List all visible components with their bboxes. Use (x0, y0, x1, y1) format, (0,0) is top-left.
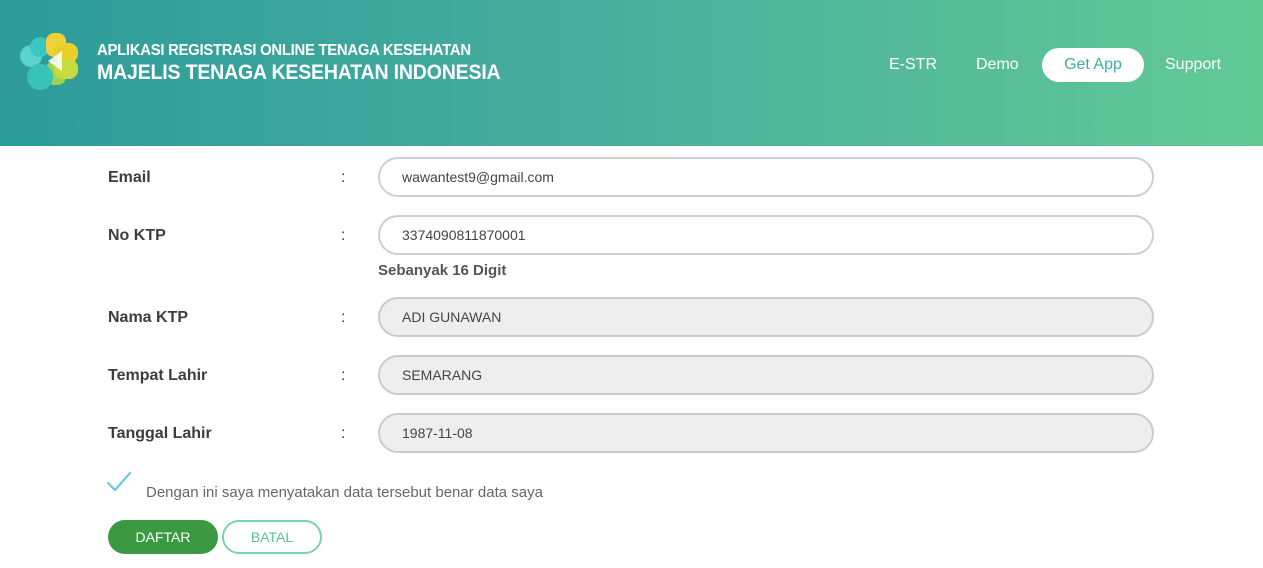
field-separator: : (341, 367, 346, 384)
form-row-tempat-lahir: Tempat Lahir : (0, 355, 1263, 397)
nav-button-get-app[interactable]: Get App (1042, 48, 1144, 82)
no-ktp-input[interactable] (378, 215, 1154, 255)
brand-title-line1: APLIKASI REGISTRASI ONLINE TENAGA KESEHA… (97, 42, 471, 59)
batal-button[interactable]: BATAL (222, 520, 322, 554)
no-ktp-hint: Sebanyak 16 Digit (378, 262, 507, 279)
email-input[interactable] (378, 157, 1154, 197)
form-row-nama-ktp: Nama KTP : (0, 297, 1263, 339)
mtki-logo-icon[interactable] (18, 29, 82, 95)
email-label: Email (108, 169, 151, 186)
agreement-checkbox-checkmark-icon[interactable] (107, 470, 131, 494)
form-row-tanggal-lahir: Tanggal Lahir : (0, 413, 1263, 455)
tempat-lahir-input[interactable] (378, 355, 1154, 395)
nav-link-estr[interactable]: E-STR (889, 48, 937, 82)
form-row-email: Email : (0, 157, 1263, 199)
nav-link-support[interactable]: Support (1165, 48, 1221, 82)
tempat-lahir-label: Tempat Lahir (108, 367, 208, 384)
tanggal-lahir-input[interactable] (378, 413, 1154, 453)
app-brand[interactable]: APLIKASI REGISTRASI ONLINE TENAGA KESEHA… (97, 42, 531, 84)
nama-ktp-label: Nama KTP (108, 309, 189, 326)
field-separator: : (341, 309, 346, 326)
tanggal-lahir-label: Tanggal Lahir (108, 425, 212, 442)
field-separator: : (341, 169, 346, 186)
no-ktp-label: No KTP (108, 227, 166, 244)
nav-link-demo[interactable]: Demo (976, 48, 1019, 82)
form-row-no-ktp: No KTP : (0, 215, 1263, 257)
field-separator: : (341, 425, 346, 442)
field-separator: : (341, 227, 346, 244)
agreement-text: Dengan ini saya menyatakan data tersebut… (146, 484, 543, 501)
header-bar: APLIKASI REGISTRASI ONLINE TENAGA KESEHA… (0, 0, 1263, 146)
daftar-button[interactable]: DAFTAR (108, 520, 218, 554)
nama-ktp-input[interactable] (378, 297, 1154, 337)
brand-title-line2: MAJELIS TENAGA KESEHATAN INDONESIA (97, 61, 501, 84)
